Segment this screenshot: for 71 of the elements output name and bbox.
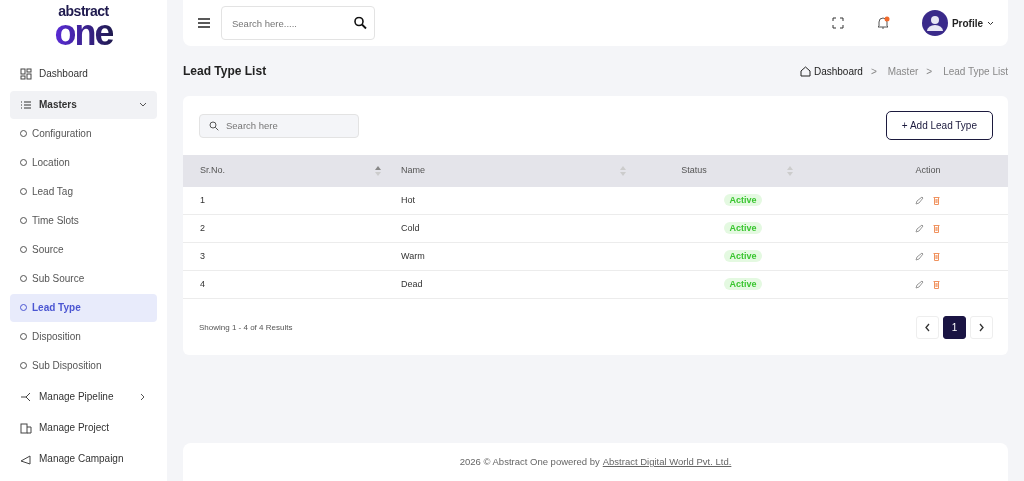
chevron-left-icon — [924, 323, 931, 332]
profile-menu[interactable]: Profile — [921, 10, 994, 36]
trash-icon[interactable] — [932, 224, 941, 233]
sidebar-subitem[interactable]: Lead Type — [10, 293, 157, 322]
next-page-button[interactable] — [970, 316, 993, 339]
column-header: Action — [915, 164, 941, 178]
trash-icon[interactable] — [932, 196, 941, 205]
search-icon[interactable] — [354, 16, 367, 30]
sidebar-subitem[interactable]: Sub Disposition — [10, 351, 157, 380]
chevron-right-icon — [139, 392, 147, 401]
sidebar-item[interactable]: Masters — [10, 90, 157, 119]
sidebar-subitem[interactable]: Disposition — [10, 322, 157, 351]
previous-page-button[interactable] — [916, 316, 939, 339]
branch-icon — [20, 390, 32, 403]
list-icon — [20, 98, 32, 111]
pencil-icon[interactable] — [915, 196, 924, 205]
chevron-down-icon — [987, 19, 994, 27]
trash-icon[interactable] — [932, 252, 941, 261]
sidebar-subitem[interactable]: Sub Source — [10, 264, 157, 293]
results-summary: Showing 1 - 4 of 4 Results — [199, 321, 294, 334]
trash-icon[interactable] — [932, 280, 941, 289]
add-button[interactable]: + Add Lead Type — [885, 111, 993, 140]
column-header[interactable]: Name — [401, 164, 425, 178]
table-cell: Dead — [401, 278, 423, 289]
breadcrumb-separator: > — [870, 64, 877, 79]
chevron-down-icon — [139, 100, 147, 109]
table-cell: Hot — [401, 194, 415, 205]
table-cell: 4 — [200, 278, 205, 289]
table-cell: 2 — [200, 222, 205, 233]
sidebar-item[interactable]: Manage Pipeline — [10, 382, 157, 411]
sidebar-subitem[interactable]: Location — [10, 148, 157, 177]
menu-icon[interactable] — [197, 17, 211, 29]
building-icon — [20, 421, 32, 434]
search-field[interactable]: Search here — [199, 113, 359, 138]
logo-wordmark: abstract — [58, 4, 109, 18]
sort-icon[interactable] — [375, 166, 381, 176]
bell-icon[interactable] — [875, 16, 890, 30]
column-header[interactable]: Sr.No. — [200, 164, 225, 178]
search-field[interactable]: Search here..... — [221, 6, 375, 40]
breadcrumb-separator: > — [926, 64, 933, 79]
table-cell: Cold — [401, 222, 420, 233]
sidebar-subitem[interactable]: Time Slots — [10, 206, 157, 235]
breadcrumb-link[interactable]: Dashboard — [813, 63, 863, 79]
page-button[interactable]: 1 — [943, 316, 966, 339]
footer-text: 2026 © Abstract One powered by — [459, 454, 600, 469]
fullscreen-icon[interactable] — [831, 17, 844, 29]
page-title: Lead Type List — [183, 63, 268, 80]
status-badge: Active — [724, 277, 762, 290]
sidebar-subitem[interactable]: Configuration — [10, 119, 157, 148]
status-badge: Active — [724, 193, 762, 206]
pencil-icon[interactable] — [915, 280, 924, 289]
sidebar-item[interactable]: Manage Project — [10, 413, 157, 442]
pencil-icon[interactable] — [915, 224, 924, 233]
table-cell: 1 — [200, 194, 205, 205]
table-cell: Warm — [401, 250, 425, 261]
chevron-right-icon — [978, 323, 985, 332]
status-badge: Active — [724, 221, 762, 234]
sidebar-item[interactable]: Manage Campaign — [10, 444, 157, 473]
search-icon — [209, 120, 219, 131]
avatar-icon — [921, 10, 948, 36]
sidebar-subitem[interactable]: Source — [10, 235, 157, 264]
column-header[interactable]: Status — [681, 164, 707, 178]
sidebar-item[interactable]: Dashboard — [10, 59, 157, 88]
pencil-icon[interactable] — [915, 252, 924, 261]
status-badge: Active — [724, 249, 762, 262]
sidebar-subitem[interactable]: Lead Tag — [10, 177, 157, 206]
table-cell: 3 — [200, 250, 205, 261]
footer-link[interactable]: Abstract Digital World Pvt. Ltd. — [602, 454, 732, 470]
home-icon — [799, 65, 811, 77]
breadcrumb-current: Lead Type List — [943, 64, 1008, 79]
grid-icon — [20, 67, 32, 80]
